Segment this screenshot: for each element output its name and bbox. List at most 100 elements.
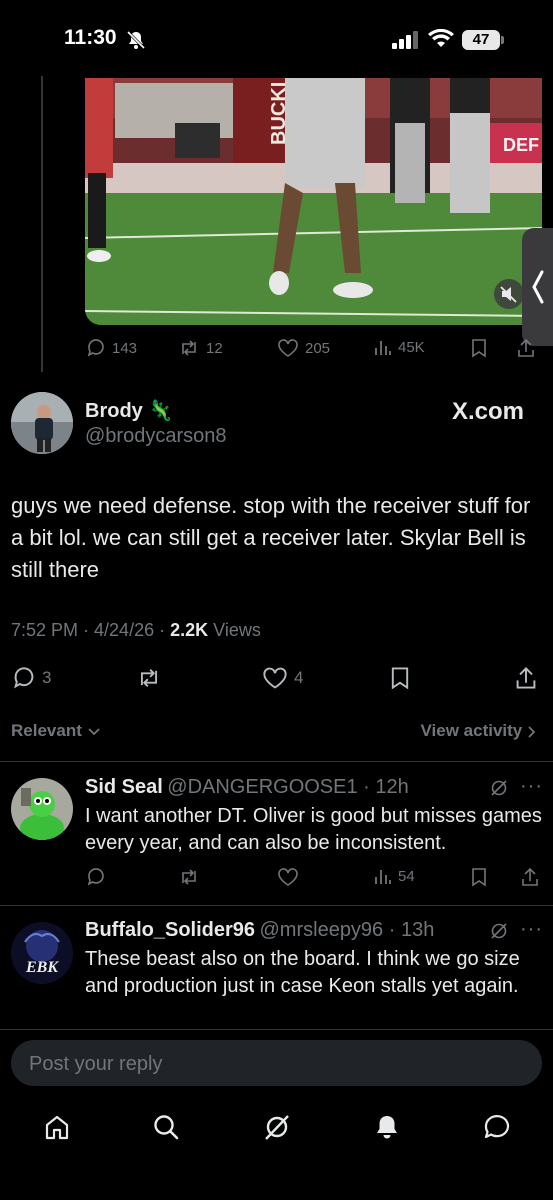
more-options-icon[interactable]: ··· xyxy=(520,918,543,941)
reply-text: These beast also on the board. I think w… xyxy=(85,948,520,997)
view-activity-link[interactable]: View activity xyxy=(421,721,537,741)
battery-tip xyxy=(501,36,504,44)
bookmark-icon xyxy=(472,339,486,358)
speaker-muted-icon xyxy=(500,286,517,303)
like-count: 4 xyxy=(294,668,304,687)
post-views-label: Views xyxy=(213,620,261,640)
status-time: 11:30 xyxy=(64,26,117,49)
search-icon[interactable] xyxy=(151,1112,181,1142)
grok-icon[interactable] xyxy=(489,778,509,798)
reply-count: 3 xyxy=(42,668,52,687)
reply-header: Buffalo_Solider96 @mrsleepy96 · 13h xyxy=(85,919,434,942)
reply-icon xyxy=(87,339,104,357)
reply-button[interactable]: 143 xyxy=(86,338,137,358)
sort-label: Relevant xyxy=(11,721,82,740)
svg-text:DEF: DEF xyxy=(503,135,539,155)
side-panel-handle[interactable] xyxy=(522,228,553,346)
post-text: guys we need defense. stop with the rece… xyxy=(11,493,531,582)
share-icon xyxy=(522,867,538,886)
divider xyxy=(0,905,553,906)
avatar-image xyxy=(11,778,73,840)
like-count: 205 xyxy=(305,339,331,357)
avatar[interactable] xyxy=(11,392,73,454)
reply-author-name[interactable]: Sid Seal xyxy=(85,776,163,798)
repost-count: 12 xyxy=(206,339,223,357)
grok-tab-icon[interactable] xyxy=(262,1112,292,1142)
lizard-emoji-icon: 🦎 xyxy=(148,400,174,422)
thread-line xyxy=(41,76,43,372)
avatar-image xyxy=(11,392,73,454)
view-activity-label: View activity xyxy=(420,721,523,740)
share-button[interactable] xyxy=(514,666,538,690)
quoted-post-actions: 143 12 205 45K xyxy=(0,338,553,360)
like-button[interactable]: 4 xyxy=(262,666,303,690)
heart-icon xyxy=(278,868,298,886)
bookmark-icon xyxy=(391,667,409,690)
post-views-count: 2.2K xyxy=(170,620,209,640)
home-icon[interactable] xyxy=(42,1112,72,1142)
heart-icon xyxy=(263,667,287,689)
reply-actions: 54 xyxy=(0,867,553,889)
repost-button[interactable]: 12 xyxy=(178,338,223,358)
chevron-down-icon xyxy=(87,727,101,737)
bell-slash-icon xyxy=(126,30,146,50)
share-icon xyxy=(518,338,534,357)
reply-author-handle[interactable]: @DANGERGOOSE1 · 12h xyxy=(167,776,408,798)
analytics-icon xyxy=(375,341,391,355)
sort-dropdown[interactable]: Relevant xyxy=(11,721,101,741)
bookmark-button[interactable] xyxy=(471,867,487,887)
divider xyxy=(0,1029,553,1030)
wifi-icon xyxy=(428,29,454,49)
repost-icon xyxy=(182,340,196,356)
divider xyxy=(0,761,553,762)
video-mute-button[interactable] xyxy=(494,279,524,309)
post-meta: 7:52 PM · 4/24/26 · 2.2K Views xyxy=(11,620,261,641)
like-button[interactable]: 205 xyxy=(277,338,330,358)
grok-icon[interactable] xyxy=(489,921,509,941)
bookmark-button[interactable] xyxy=(471,338,487,358)
view-count: 54 xyxy=(398,867,415,885)
more-options-icon[interactable]: ··· xyxy=(520,775,543,798)
author-name[interactable]: Brody 🦎 xyxy=(85,398,173,423)
reply-icon xyxy=(87,868,104,886)
reply-count: 143 xyxy=(112,339,138,357)
x-com-link[interactable]: X.com xyxy=(452,398,524,426)
notifications-bell-icon[interactable] xyxy=(372,1112,402,1142)
cellular-signal-icon xyxy=(392,31,420,49)
views-button[interactable]: 45K xyxy=(374,338,425,356)
messages-icon[interactable] xyxy=(482,1112,512,1142)
reply-composer[interactable] xyxy=(11,1040,542,1088)
avatar-image: EBK xyxy=(11,922,73,984)
share-icon xyxy=(516,667,536,689)
svg-text:EBK: EBK xyxy=(25,959,59,976)
reply-header: Sid Seal @DANGERGOOSE1 · 12h xyxy=(85,776,409,799)
analytics-icon xyxy=(375,870,391,884)
reply-icon xyxy=(14,667,34,689)
reply-author-handle[interactable]: @mrsleepy96 · 13h xyxy=(260,919,435,941)
repost-icon xyxy=(182,869,196,885)
reply-button[interactable]: 3 xyxy=(12,666,51,690)
reply-input[interactable] xyxy=(27,1040,531,1088)
chevron-right-icon xyxy=(527,725,537,739)
battery-indicator: 47 xyxy=(462,30,500,50)
main-post-actions: 3 4 xyxy=(0,666,553,690)
repost-icon xyxy=(140,669,158,687)
reply-avatar[interactable]: EBK xyxy=(11,922,73,984)
views-button[interactable]: 54 xyxy=(374,867,415,885)
repost-button[interactable] xyxy=(178,867,200,887)
post-video[interactable]: BUCKI DEF xyxy=(85,78,542,325)
share-button[interactable] xyxy=(516,338,536,358)
bookmark-button[interactable] xyxy=(390,666,410,690)
reply-author-name[interactable]: Buffalo_Solider96 xyxy=(85,919,255,941)
view-count: 45K xyxy=(398,338,425,356)
author-handle[interactable]: @brodycarson8 xyxy=(85,425,226,448)
bookmark-icon xyxy=(472,868,486,887)
share-button[interactable] xyxy=(520,867,540,887)
reply-avatar[interactable] xyxy=(11,778,73,840)
repost-button[interactable] xyxy=(136,666,162,690)
chevron-left-icon xyxy=(532,270,544,304)
bottom-tab-bar xyxy=(0,1100,553,1200)
heart-icon xyxy=(278,339,298,357)
like-button[interactable] xyxy=(277,867,299,887)
reply-button[interactable] xyxy=(86,867,106,887)
